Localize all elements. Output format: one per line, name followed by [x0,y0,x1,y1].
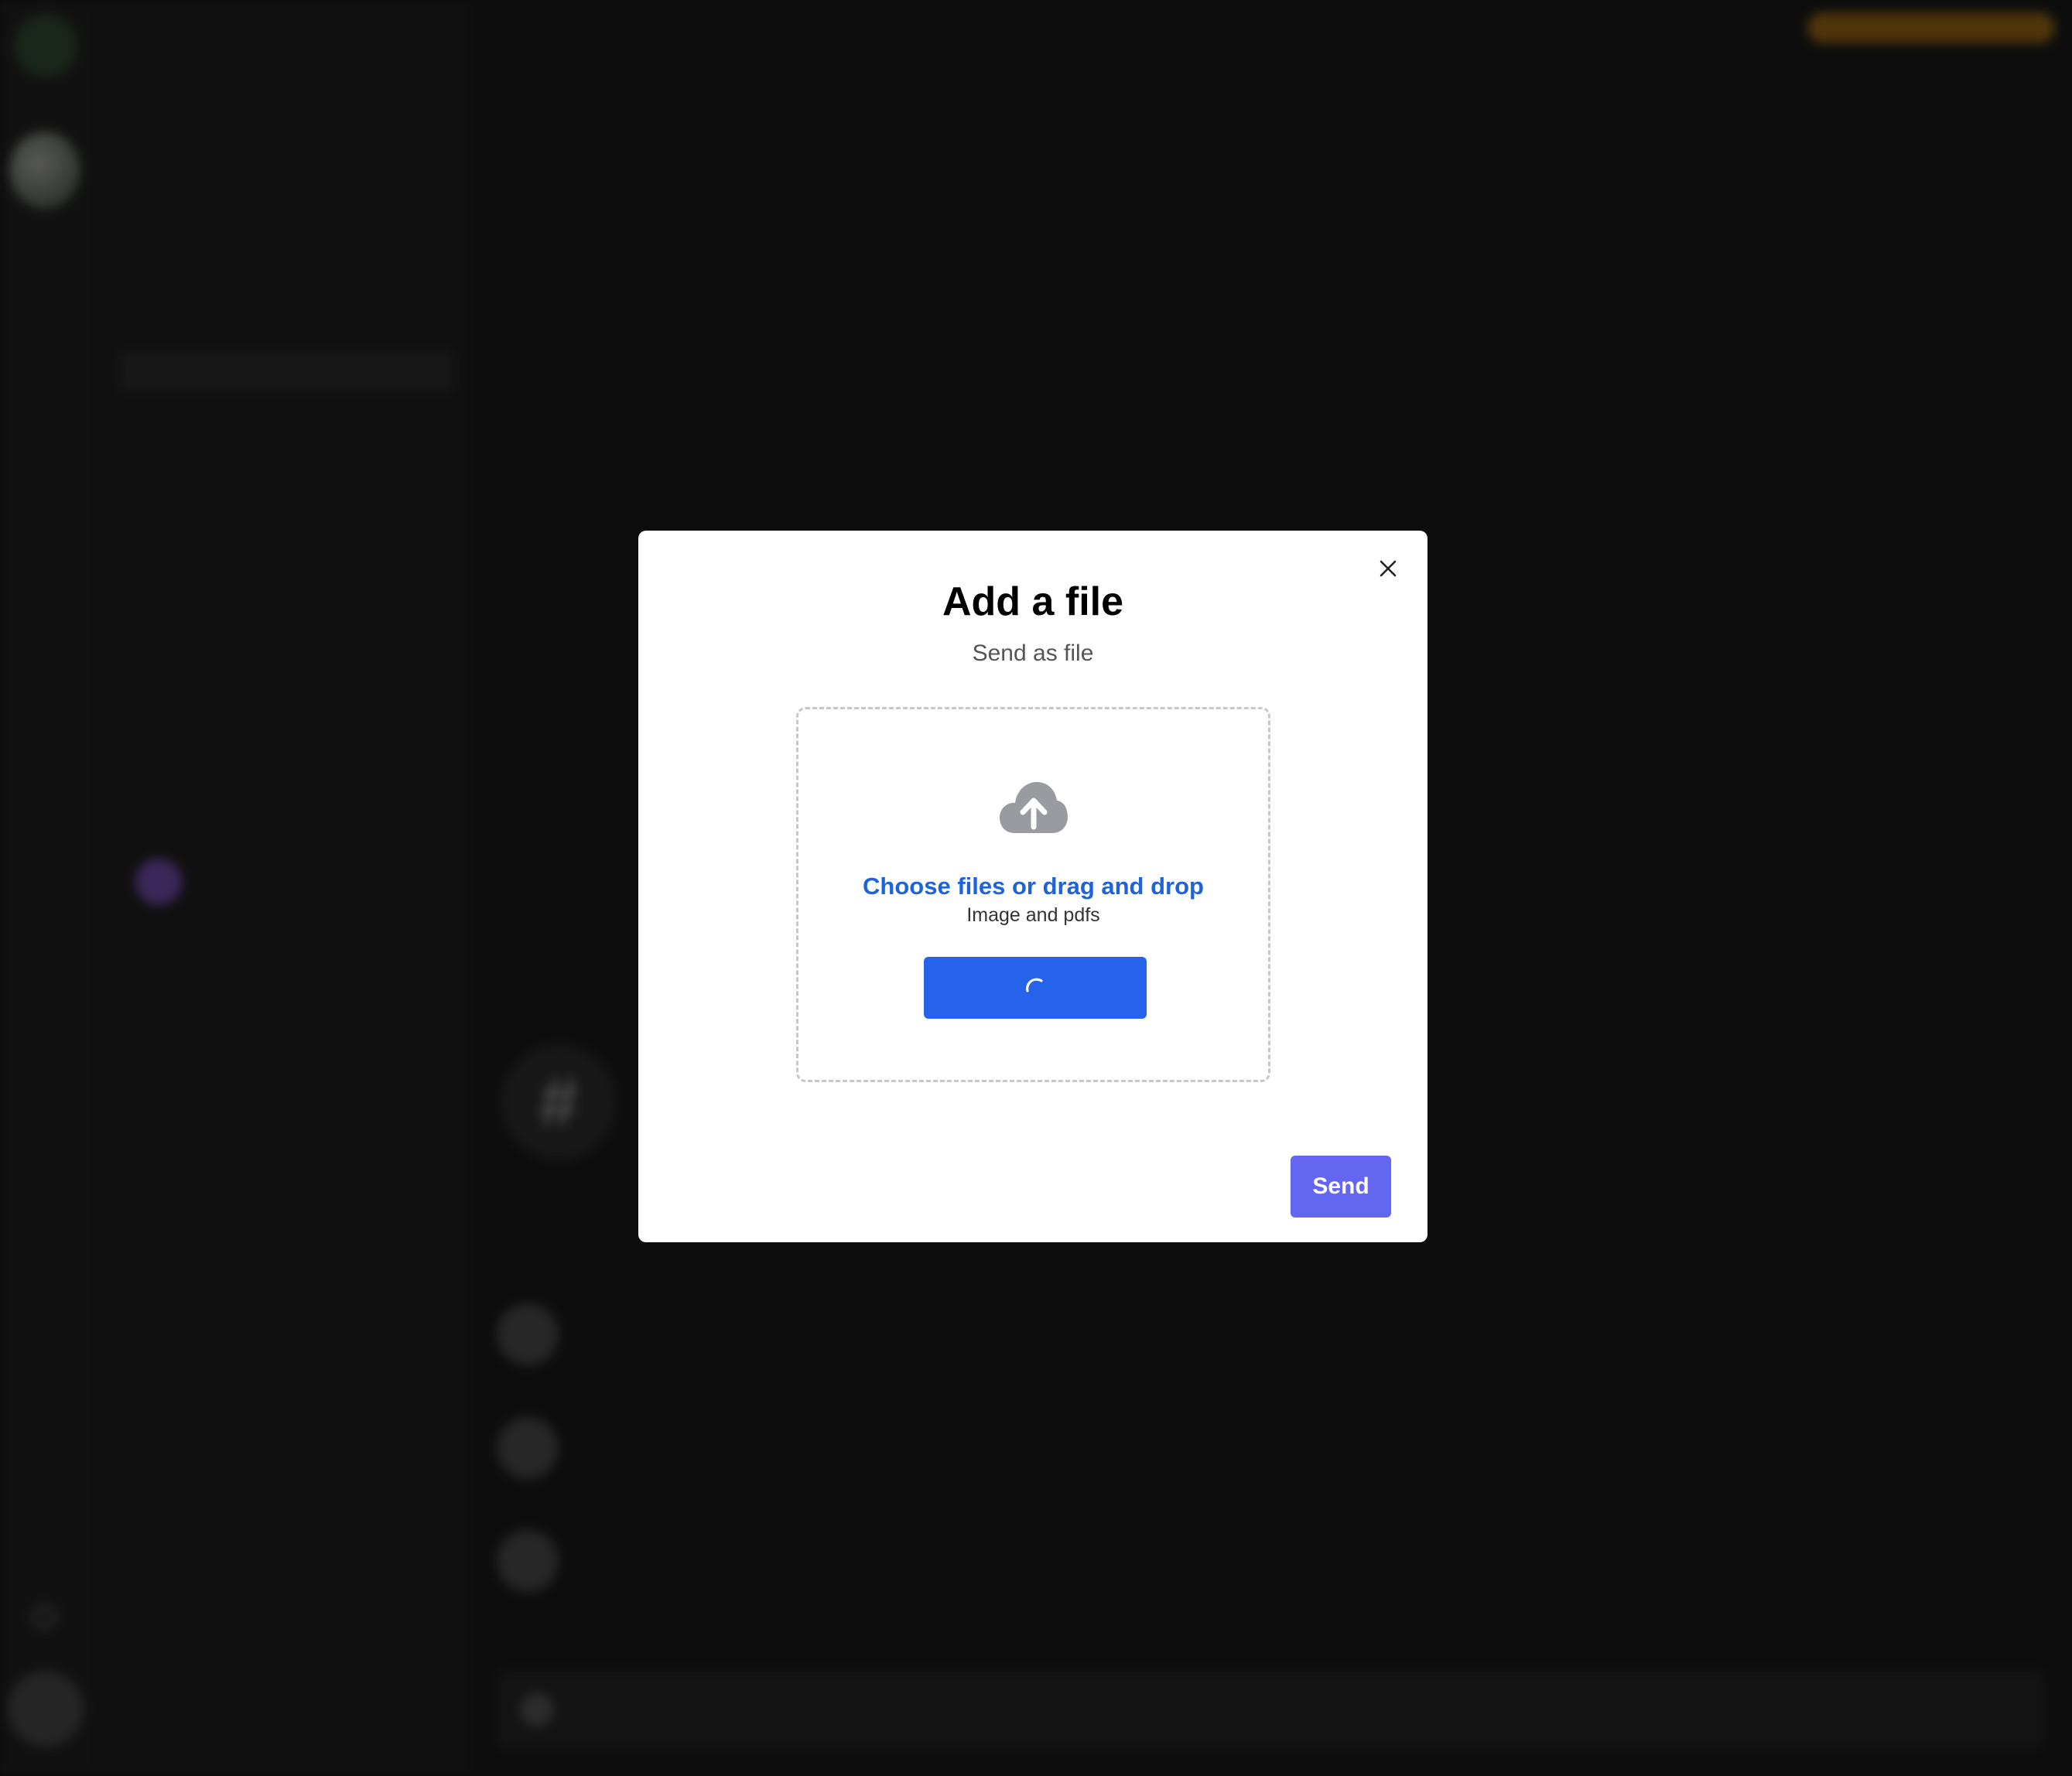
add-file-modal: Add a file Send as file Choose files or … [638,531,1427,1242]
cloud-upload-icon [1000,782,1068,833]
close-icon [1380,560,1397,577]
choose-files-link[interactable]: Choose files or drag and drop [798,873,1268,900]
upload-button[interactable] [924,957,1147,1019]
modal-title: Add a file [942,579,1124,624]
file-dropzone[interactable]: Choose files or drag and drop Image and … [796,707,1270,1082]
app: # Add a file Send as file Choose files o… [0,0,2072,1776]
spinner-icon [1026,978,1043,992]
send-button[interactable]: Send [1291,1156,1391,1218]
modal-subtitle: Send as file [972,640,1094,666]
accepted-types-label: Image and pdfs [966,904,1100,926]
